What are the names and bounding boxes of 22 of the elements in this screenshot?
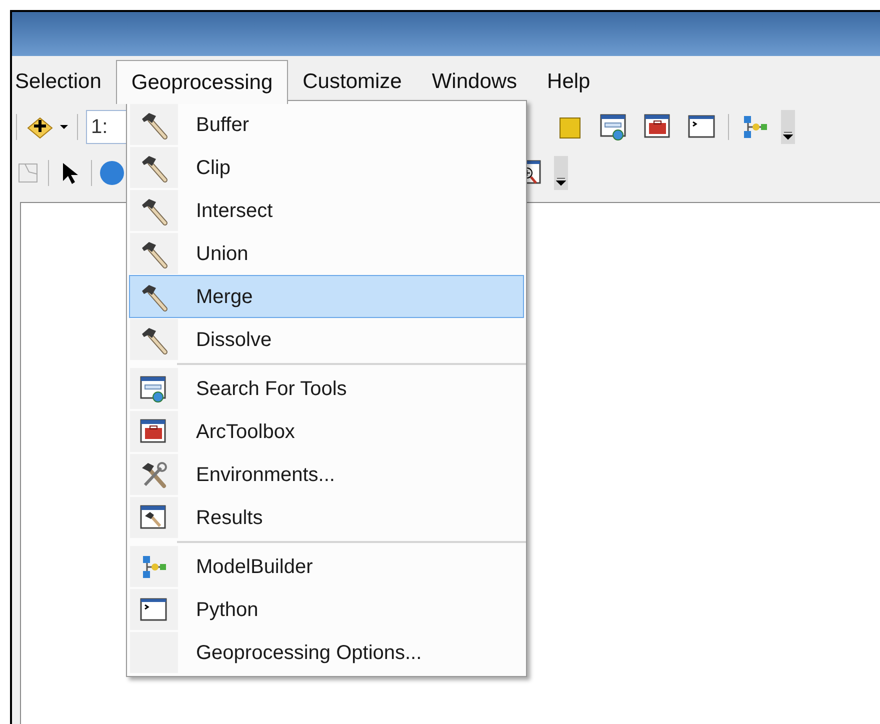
menu-item[interactable]: Union — [129, 232, 524, 275]
search-window-icon — [139, 374, 169, 404]
toolbar-options-icon[interactable] — [781, 110, 795, 144]
menu-item[interactable]: Geoprocessing Options... — [129, 631, 524, 674]
menu-item[interactable]: Python — [129, 588, 524, 631]
menu-item[interactable]: Customize — [288, 60, 417, 104]
menu-item[interactable]: Merge — [129, 275, 524, 318]
menu-item[interactable]: Buffer — [129, 103, 524, 146]
menu-item[interactable]: Help — [532, 60, 606, 104]
menu-item[interactable]: Dissolve — [129, 318, 524, 361]
menu-item[interactable]: Intersect — [129, 189, 524, 232]
menu-item[interactable]: ModelBuilder — [129, 545, 524, 588]
menu-item[interactable]: Geoprocessing — [116, 60, 288, 104]
menu-item[interactable]: Windows — [416, 60, 532, 104]
menu-item[interactable]: ArcToolbox — [129, 410, 524, 453]
menu-item[interactable]: Clip — [129, 146, 524, 189]
toolbar-options-icon[interactable] — [554, 156, 568, 190]
menu-item[interactable]: Results — [129, 496, 524, 539]
caret-icon — [59, 124, 69, 130]
menu-item[interactable]: Search For Tools — [129, 367, 524, 410]
menu-item[interactable]: Environments... — [129, 453, 524, 496]
menu-item[interactable]: Selection — [12, 60, 116, 104]
